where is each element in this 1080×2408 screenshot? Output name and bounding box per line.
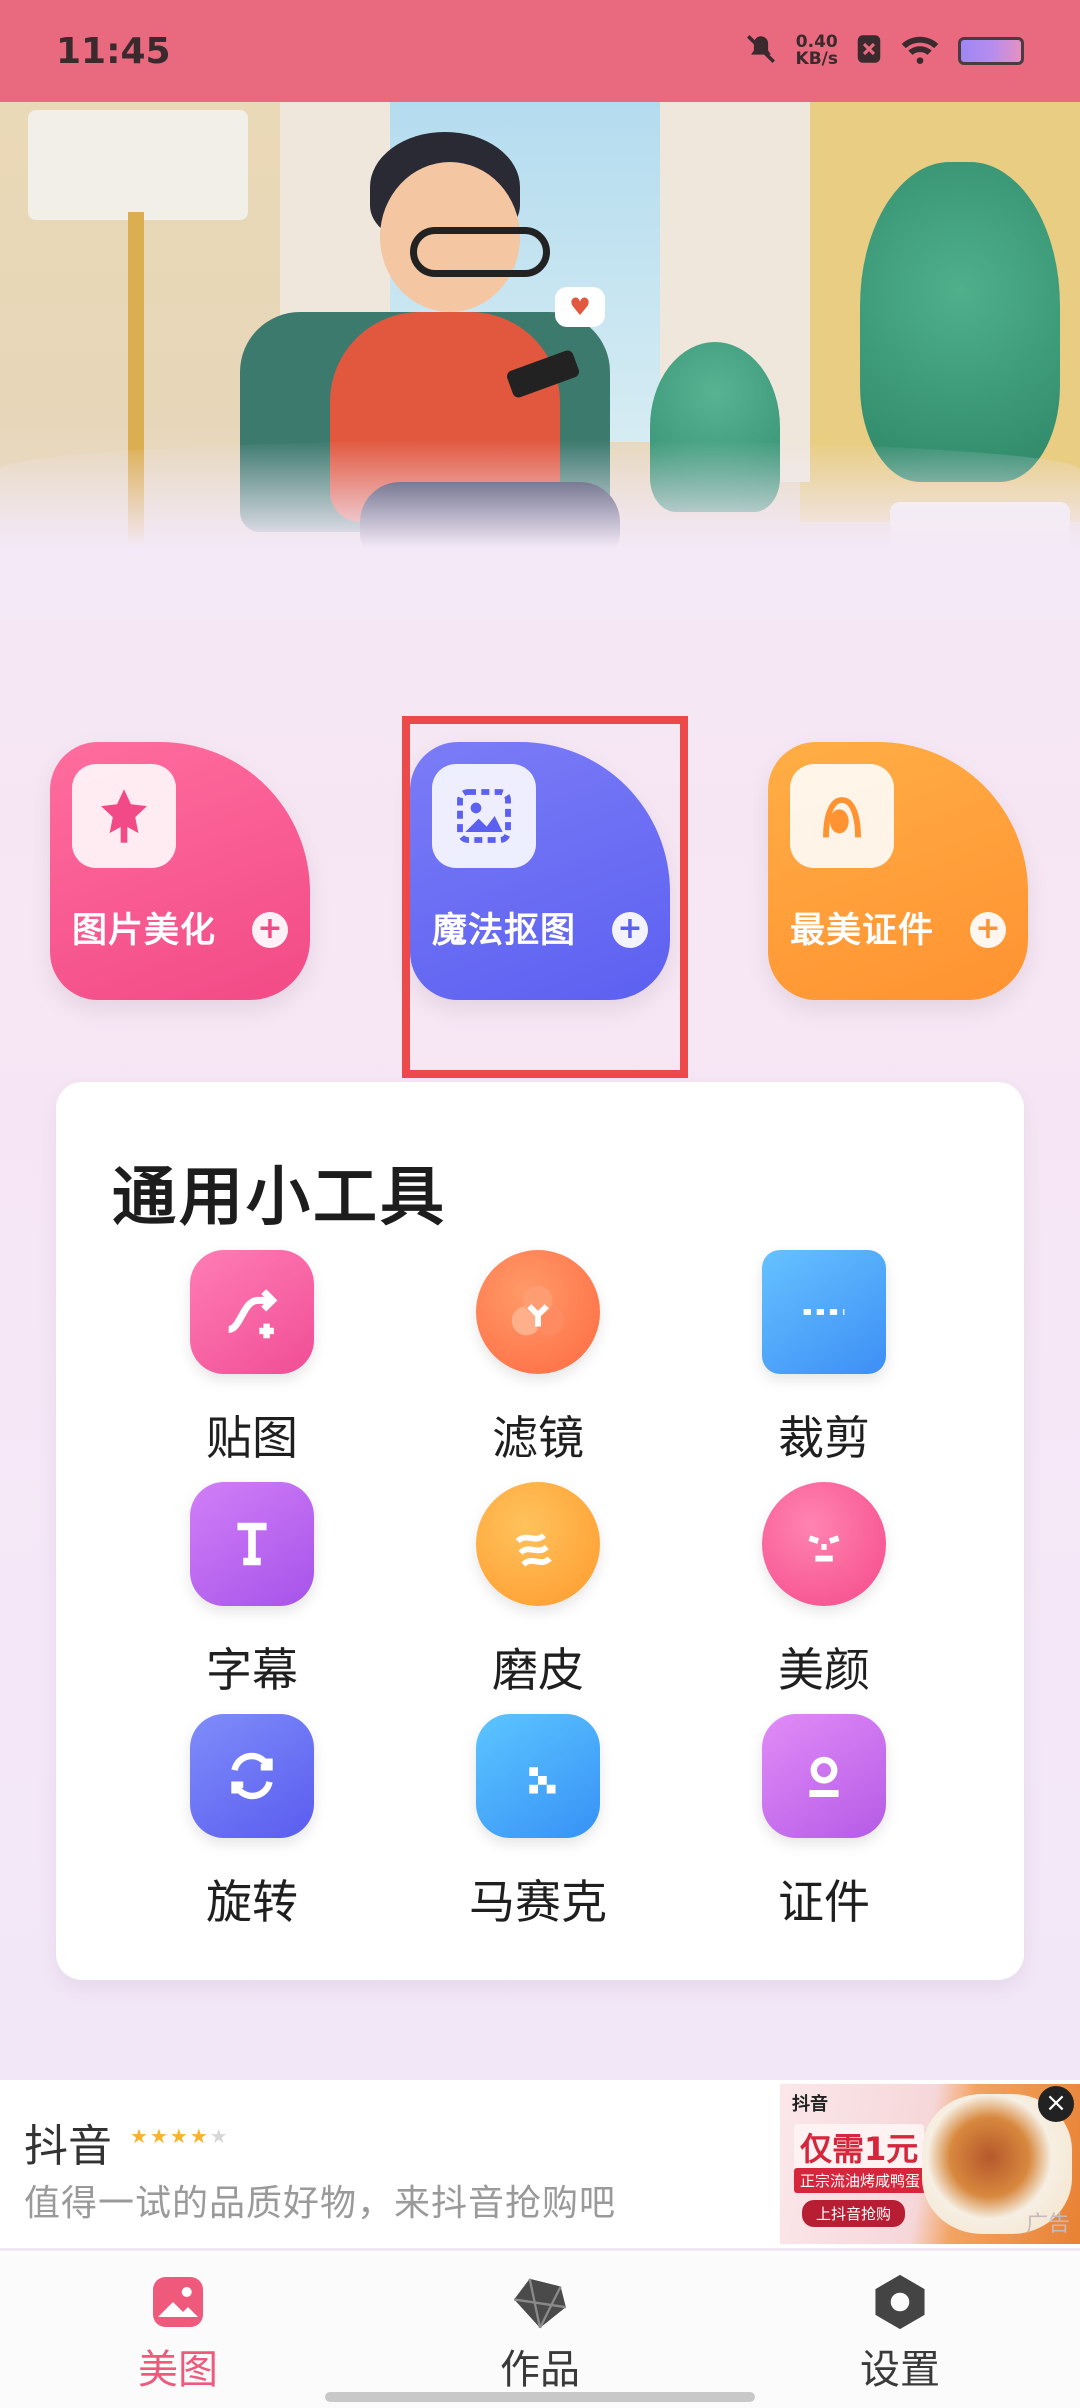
image-icon (147, 2271, 209, 2333)
nav-label: 设置 (860, 2347, 940, 2393)
wifi-icon (900, 34, 940, 68)
filter-icon (476, 1250, 600, 1374)
status-icons: 0.40 KB/s (744, 32, 1024, 70)
status-bar: 11:45 0.40 KB/s (0, 0, 1080, 102)
feature-best-id-photo[interactable]: 最美证件 + (768, 742, 1028, 1000)
star-icon: ★ (149, 2124, 170, 2148)
tool-smooth-skin[interactable]: 磨皮 (428, 1482, 648, 1697)
feature-label: 图片美化 (72, 911, 217, 951)
ad-image-button[interactable]: 上抖音抢购 (802, 2200, 906, 2227)
status-time: 11:45 (56, 30, 171, 72)
heart-icon: ♥ (555, 287, 605, 327)
ad-banner[interactable]: 抖音 ★★★★★ 值得一试的品质好物，来抖音抢购吧 抖音 仅需1元 正宗流油烤咸… (0, 2080, 1080, 2248)
tools-card: 通用小工具 贴图 滤镜 裁剪 字幕 磨皮 美颜 旋转 马赛克 证件 (56, 1082, 1024, 1980)
plus-icon: + (252, 912, 288, 948)
portrait-icon (790, 764, 894, 868)
ad-rating: ★★★★★ (130, 2124, 230, 2148)
ad-title: 抖音 (24, 2121, 112, 2172)
sim-x-icon (856, 34, 882, 68)
battery-icon (958, 37, 1024, 65)
tool-label: 证件 (778, 1875, 870, 1929)
gem-icon (509, 2271, 571, 2333)
ad-image-price: 仅需1元 (794, 2124, 925, 2170)
tool-filter[interactable]: 滤镜 (428, 1250, 648, 1465)
speed-indicator: 0.40 KB/s (796, 34, 838, 68)
crop-icon (762, 1250, 886, 1374)
tool-label: 磨皮 (492, 1643, 584, 1697)
tool-rotate[interactable]: 旋转 (142, 1714, 362, 1929)
highlight-box (402, 716, 688, 1078)
mute-icon (744, 32, 778, 70)
ad-image-brand: 抖音 (792, 2094, 828, 2115)
tool-label: 马赛克 (469, 1875, 607, 1929)
face-icon (762, 1482, 886, 1606)
home-indicator[interactable] (325, 2392, 755, 2402)
nav-label: 美图 (138, 2347, 218, 2393)
tool-beauty-face[interactable]: 美颜 (714, 1482, 934, 1697)
tool-id-photo[interactable]: 证件 (714, 1714, 934, 1929)
ad-description: 值得一试的品质好物，来抖音抢购吧 (24, 2183, 617, 2224)
sticker-icon (190, 1250, 314, 1374)
tools-title: 通用小工具 (112, 1161, 447, 1235)
nav-label: 作品 (500, 2347, 580, 2393)
ad-tag: 广告 (1025, 2212, 1070, 2237)
id-photo-icon (762, 1714, 886, 1838)
tool-label: 滤镜 (492, 1411, 584, 1465)
tool-crop[interactable]: 裁剪 (714, 1250, 934, 1465)
ad-image[interactable]: 抖音 仅需1元 正宗流油烤咸鸭蛋 上抖音抢购 广告 (780, 2084, 1080, 2244)
star-icon: ★ (169, 2124, 190, 2148)
hexagon-settings-icon (869, 2271, 931, 2333)
smooth-skin-icon (476, 1482, 600, 1606)
text-icon (190, 1482, 314, 1606)
tool-label: 贴图 (206, 1411, 298, 1465)
nav-item-works[interactable]: 作品 (440, 2271, 640, 2395)
tool-label: 美颜 (778, 1643, 870, 1697)
tool-sticker[interactable]: 贴图 (142, 1250, 362, 1465)
speed-unit: KB/s (795, 49, 838, 69)
tool-label: 旋转 (206, 1875, 298, 1929)
rotate-icon (190, 1714, 314, 1838)
star-icon (72, 764, 176, 868)
mosaic-icon (476, 1714, 600, 1838)
nav-item-home[interactable]: 美图 (78, 2271, 278, 2395)
star-icon: ★ (130, 2124, 150, 2148)
nav-item-settings[interactable]: 设置 (800, 2271, 1000, 2395)
tool-label: 裁剪 (778, 1411, 870, 1465)
star-icon: ★ (209, 2124, 230, 2148)
bottom-nav: 美图 作品 设置 (0, 2250, 1080, 2408)
tool-caption[interactable]: 字幕 (142, 1482, 362, 1697)
tool-mosaic[interactable]: 马赛克 (428, 1714, 648, 1929)
star-icon: ★ (189, 2124, 210, 2148)
tool-label: 字幕 (206, 1643, 298, 1697)
ad-image-subtitle: 正宗流油烤咸鸭蛋 (794, 2168, 927, 2193)
feature-photo-beautify[interactable]: 图片美化 + (50, 742, 310, 1000)
plus-icon: + (970, 912, 1006, 948)
feature-label: 最美证件 (790, 911, 935, 951)
close-icon[interactable]: × (1038, 2086, 1074, 2122)
